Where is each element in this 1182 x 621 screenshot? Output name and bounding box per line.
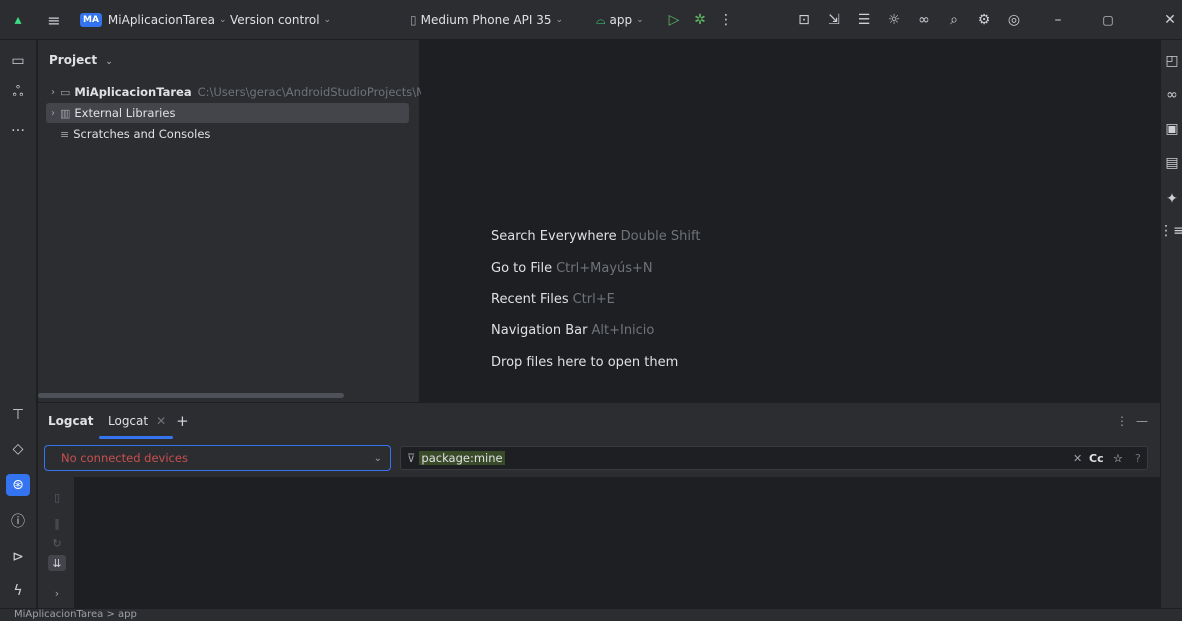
breadcrumb[interactable]: MiAplicacionTarea > app: [14, 609, 137, 620]
logcat-panel-title: Logcat: [48, 414, 94, 428]
android-logo-icon: ▴: [14, 12, 22, 28]
help-icon[interactable]: ?: [1135, 447, 1141, 469]
chevron-down-icon: ⌄: [323, 15, 332, 25]
left-tool-strip: ▭ ஃ … ⊤ ◇ ⊛ ⓘ ⊳ ϟ: [0, 40, 37, 608]
tree-item-project-root[interactable]: › ▭ MiAplicacionTarea C:\Users\gerac\And…: [46, 82, 437, 102]
gemini-side-icon[interactable]: ∞: [1161, 84, 1182, 106]
chevron-down-icon: ⌄: [636, 15, 644, 25]
structure-icon[interactable]: ⋮≡: [1159, 220, 1182, 242]
expand-arrow-icon[interactable]: ›: [46, 87, 60, 98]
status-bar-breadcrumb[interactable]: MiAplicacionTarea > app: [0, 608, 1182, 621]
tree-item-external-libraries[interactable]: › ▥ External Libraries: [46, 103, 409, 123]
run-config-label: app: [609, 13, 633, 27]
expand-arrow-icon[interactable]: ›: [46, 108, 60, 119]
project-badge: MA: [80, 13, 102, 27]
account-icon[interactable]: ◎: [1004, 10, 1024, 30]
filter-value: package:mine: [419, 451, 505, 465]
notifications-icon[interactable]: ◰: [1161, 50, 1182, 72]
tree-item-label: Scratches and Consoles: [73, 127, 211, 141]
hint-drop-files: Drop files here to open them: [491, 355, 679, 370]
filter-icon: ⊽: [407, 451, 416, 465]
restore-icon[interactable]: ▢: [1098, 10, 1118, 30]
resource-manager-icon[interactable]: ஃ: [6, 82, 30, 104]
device-manager-icon[interactable]: ⊡: [794, 10, 814, 30]
project-panel-header[interactable]: Project ⌄: [49, 53, 113, 67]
hide-panel-icon[interactable]: —: [1136, 403, 1148, 439]
problems-icon[interactable]: ⓘ: [6, 510, 30, 532]
gemini-icon[interactable]: ∞: [914, 10, 934, 30]
hint-search-everywhere: Search Everywhere Double Shift: [491, 229, 701, 244]
run-icon[interactable]: ▷: [664, 10, 684, 30]
git-icon[interactable]: ϟ: [6, 580, 30, 602]
clear-logcat-icon[interactable]: ▯: [48, 489, 66, 505]
run-config-selector[interactable]: ⌓ app ⌄: [596, 0, 644, 40]
device-mirroring-icon[interactable]: ▣: [1161, 118, 1182, 140]
restart-icon[interactable]: ↻: [48, 535, 66, 551]
scroll-to-end-icon[interactable]: ⇊: [48, 555, 66, 571]
phone-icon: ▯: [410, 13, 417, 27]
hint-go-to-file: Go to File Ctrl+Mayús+N: [491, 261, 653, 276]
editor-empty-area: Search Everywhere Double Shift Go to File…: [421, 40, 1160, 402]
chevron-down-icon: ⌄: [373, 452, 382, 464]
chevron-down-icon: ⌄: [105, 57, 113, 67]
bug-icon[interactable]: ☼: [884, 10, 904, 30]
debug-icon[interactable]: ✲: [690, 10, 710, 30]
tree-item-label: External Libraries: [74, 106, 176, 120]
tab-logcat-label: Logcat: [108, 414, 149, 428]
device-dropdown[interactable]: No connected devices ⌄: [44, 445, 391, 471]
main-menu-icon[interactable]: ≡: [44, 10, 64, 30]
active-tab-indicator: [99, 436, 173, 439]
add-tab-icon[interactable]: +: [176, 412, 189, 430]
gradle-icon[interactable]: ◇: [6, 438, 30, 460]
running-devices-icon[interactable]: ▤: [1161, 152, 1182, 174]
project-panel-title: Project: [49, 53, 98, 67]
library-icon: ▥: [60, 106, 71, 120]
logcat-icon[interactable]: ⊛: [6, 474, 30, 496]
close-tab-icon[interactable]: ✕: [156, 414, 166, 428]
version-control-menu[interactable]: Version control ⌄: [230, 0, 331, 40]
chevron-down-icon: ⌄: [219, 15, 227, 25]
favorite-filter-icon[interactable]: ☆: [1113, 447, 1123, 469]
terminal-icon[interactable]: ⊳: [6, 546, 30, 568]
layout-inspector-icon[interactable]: ☰: [854, 10, 874, 30]
device-label: Medium Phone API 35: [420, 13, 552, 27]
tree-item-path: C:\Users\gerac\AndroidStudioProjects\MiA: [197, 85, 438, 99]
more-tools-icon[interactable]: …: [6, 116, 30, 138]
logcat-options-icon[interactable]: ⋮: [1116, 403, 1128, 439]
device-dropdown-value: No connected devices: [61, 451, 188, 465]
tab-logcat[interactable]: Logcat ✕ +: [108, 403, 189, 439]
expand-toolbar-icon[interactable]: ›: [48, 585, 66, 601]
pause-icon[interactable]: ‖: [48, 515, 66, 531]
close-icon[interactable]: ✕: [1160, 10, 1180, 30]
project-selector[interactable]: MA MiAplicacionTarea ⌄: [80, 0, 227, 40]
logcat-filter-input[interactable]: ⊽ package:mine ✕ Cc ☆ ?: [400, 446, 1148, 470]
translate-icon[interactable]: ⇲: [824, 10, 844, 30]
right-tool-strip: ◰ ∞ ▣ ▤ ✦ ⋮≡: [1159, 40, 1182, 608]
ai-sparkle-icon[interactable]: ✦: [1161, 188, 1182, 210]
scratches-icon: ≡: [60, 127, 70, 141]
search-icon[interactable]: ⌕: [944, 10, 964, 30]
build-icon[interactable]: ⊤: [6, 404, 30, 426]
project-name: MiAplicacionTarea: [107, 13, 216, 27]
title-bar: ▴ ≡ MA MiAplicacionTarea ⌄ Version contr…: [0, 0, 1182, 40]
horizontal-scrollbar[interactable]: [38, 393, 344, 398]
settings-icon[interactable]: ⚙: [974, 10, 994, 30]
minimize-icon[interactable]: –: [1048, 10, 1068, 30]
module-folder-icon: ▭: [60, 85, 71, 99]
tree-item-label: MiAplicacionTarea: [74, 85, 192, 99]
android-config-icon: ⌓: [596, 12, 606, 27]
version-control-label: Version control: [230, 13, 320, 27]
clear-filter-icon[interactable]: ✕: [1073, 447, 1082, 469]
more-actions-icon[interactable]: ⋮: [716, 10, 736, 30]
hint-navigation-bar: Navigation Bar Alt+Inicio: [491, 323, 655, 338]
chevron-down-icon: ⌄: [555, 15, 564, 25]
device-selector[interactable]: ▯ Medium Phone API 35 ⌄: [410, 0, 563, 40]
match-case-toggle[interactable]: Cc: [1089, 447, 1104, 469]
logcat-panel: Logcat Logcat ✕ + ⋮ — No connected devic…: [38, 402, 1160, 609]
project-panel: Project ⌄ › ▭ MiAplicacionTarea C:\Users…: [38, 40, 437, 402]
hint-recent-files: Recent Files Ctrl+E: [491, 292, 615, 307]
project-folder-icon[interactable]: ▭: [6, 50, 30, 72]
tree-item-scratches[interactable]: ≡ Scratches and Consoles: [46, 124, 210, 144]
log-output-area[interactable]: [74, 477, 1160, 609]
